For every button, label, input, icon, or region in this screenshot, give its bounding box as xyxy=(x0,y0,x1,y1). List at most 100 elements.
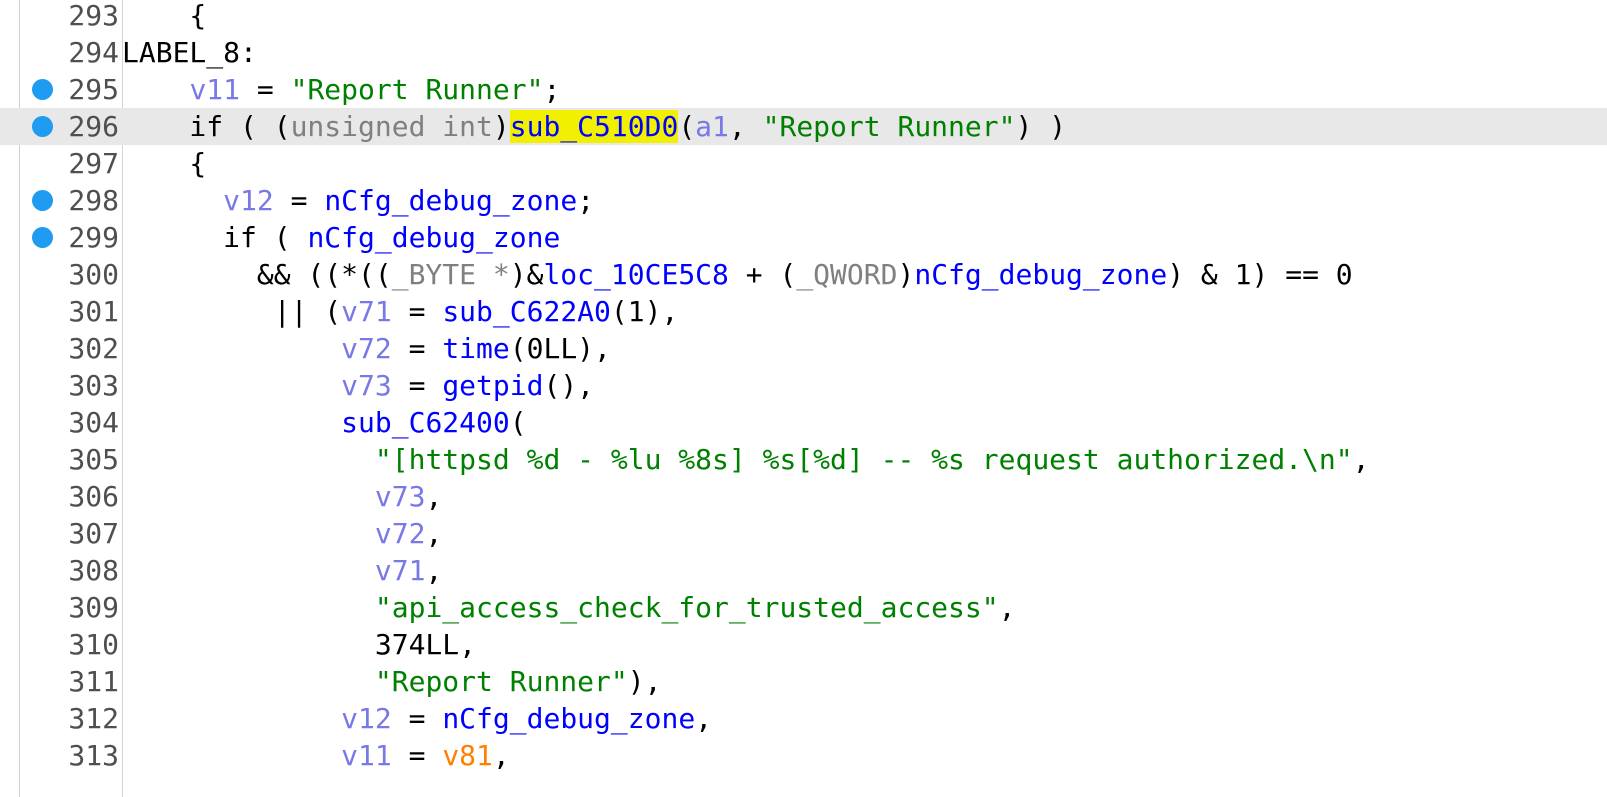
code-token[interactable]: loc_10CE5C8 xyxy=(543,258,728,291)
code-token[interactable]: sub_C62400 xyxy=(341,406,510,439)
line-code[interactable]: v72, xyxy=(122,515,442,552)
line-number: 305 xyxy=(68,443,119,476)
line-code[interactable]: if ( nCfg_debug_zone xyxy=(122,219,560,256)
code-token[interactable]: v73 xyxy=(375,480,426,513)
code-token: "Report Runner" xyxy=(762,110,1016,143)
line-code[interactable]: "api_access_check_for_trusted_access", xyxy=(122,589,1016,626)
line-code[interactable]: || (v71 = sub_C622A0(1), xyxy=(122,293,679,330)
breakpoint-icon[interactable] xyxy=(32,116,53,137)
code-line[interactable]: 310 374LL, xyxy=(0,626,1607,663)
code-token[interactable]: v12 xyxy=(223,184,274,217)
pseudocode-view[interactable]: 293 {294 LABEL_8: 295 v11 = "Report Runner… xyxy=(0,0,1607,797)
code-line[interactable]: 300 && ((*((_BYTE *)&loc_10CE5C8 + (_QWO… xyxy=(0,256,1607,293)
code-token: ) & 1) == 0 xyxy=(1167,258,1353,291)
code-token[interactable]: getpid xyxy=(442,369,543,402)
code-token: 374LL, xyxy=(122,628,477,661)
code-token: || ( xyxy=(122,295,342,328)
code-token: , xyxy=(425,554,443,587)
code-token[interactable]: nCfg_debug_zone xyxy=(307,221,560,254)
line-code[interactable]: v12 = nCfg_debug_zone, xyxy=(122,700,712,737)
code-token: = xyxy=(391,295,443,328)
code-line[interactable]: 312 v12 = nCfg_debug_zone, xyxy=(0,700,1607,737)
line-code[interactable]: if ( (unsigned int)sub_C510D0(a1, "Repor… xyxy=(122,108,1066,145)
line-code[interactable]: v11 = "Report Runner"; xyxy=(122,71,560,108)
code-token: ) xyxy=(492,110,510,143)
code-token: + ( xyxy=(728,258,797,291)
line-code[interactable]: v71, xyxy=(122,552,442,589)
line-number: 309 xyxy=(68,591,119,624)
code-line[interactable]: 298 v12 = nCfg_debug_zone; xyxy=(0,182,1607,219)
line-code[interactable]: && ((*((_BYTE *)&loc_10CE5C8 + (_QWORD)n… xyxy=(122,256,1353,293)
line-code[interactable]: { xyxy=(122,145,206,182)
line-code[interactable]: v73 = getpid(), xyxy=(122,367,594,404)
breakpoint-icon[interactable] xyxy=(32,190,53,211)
line-number: 310 xyxy=(68,628,119,661)
code-token: LABEL_8: xyxy=(122,36,257,69)
code-token[interactable]: nCfg_debug_zone xyxy=(442,702,695,735)
highlighted-identifier[interactable]: sub_C510D0 xyxy=(509,110,679,143)
line-code[interactable]: { xyxy=(122,0,206,34)
code-token[interactable]: v71 xyxy=(375,554,426,587)
code-token: , xyxy=(728,110,763,143)
code-token: _BYTE * xyxy=(391,258,510,291)
code-line[interactable]: 302 v72 = time(0LL), xyxy=(0,330,1607,367)
line-number: 300 xyxy=(68,258,119,291)
line-code[interactable]: 374LL, xyxy=(122,626,476,663)
line-number: 297 xyxy=(68,147,119,180)
breakpoint-icon[interactable] xyxy=(32,79,53,100)
code-token: , xyxy=(492,739,510,772)
line-code[interactable]: LABEL_8: xyxy=(122,34,257,71)
code-line[interactable]: 296 if ( (unsigned int)sub_C510D0(a1, "R… xyxy=(0,108,1607,145)
breakpoint-icon[interactable] xyxy=(32,227,53,248)
code-token[interactable]: v72 xyxy=(375,517,426,550)
code-token: = xyxy=(273,184,325,217)
code-token[interactable]: v71 xyxy=(341,295,392,328)
code-token[interactable]: v81 xyxy=(442,739,493,772)
code-line[interactable]: 308 v71, xyxy=(0,552,1607,589)
code-line[interactable]: 305 "[httpsd %d - %lu %8s] %s[%d] -- %s … xyxy=(0,441,1607,478)
code-token[interactable]: nCfg_debug_zone xyxy=(914,258,1167,291)
code-token[interactable]: v11 xyxy=(189,73,240,106)
line-code[interactable]: v12 = nCfg_debug_zone; xyxy=(122,182,594,219)
line-number: 304 xyxy=(68,406,119,439)
line-code[interactable]: v72 = time(0LL), xyxy=(122,330,611,367)
code-token[interactable]: v11 xyxy=(341,739,392,772)
line-number: 298 xyxy=(68,184,119,217)
code-token: ( xyxy=(678,110,696,143)
code-token[interactable]: v73 xyxy=(341,369,392,402)
code-line[interactable]: 299 if ( nCfg_debug_zone xyxy=(0,219,1607,256)
code-line[interactable]: 294 LABEL_8: xyxy=(0,34,1607,71)
code-line[interactable]: 313 v11 = v81, xyxy=(0,737,1607,774)
code-token[interactable]: nCfg_debug_zone xyxy=(324,184,577,217)
code-token: = xyxy=(391,739,443,772)
code-token[interactable]: v12 xyxy=(341,702,392,735)
code-line[interactable]: 304 sub_C62400( xyxy=(0,404,1607,441)
line-code[interactable]: v73, xyxy=(122,478,442,515)
code-line[interactable]: 295 v11 = "Report Runner"; xyxy=(0,71,1607,108)
code-token[interactable]: v72 xyxy=(341,332,392,365)
code-line[interactable]: 309 "api_access_check_for_trusted_access… xyxy=(0,589,1607,626)
code-line[interactable]: 303 v73 = getpid(), xyxy=(0,367,1607,404)
code-line[interactable]: 293 { xyxy=(0,0,1607,34)
code-line[interactable]: 306 v73, xyxy=(0,478,1607,515)
code-token: , xyxy=(695,702,713,735)
code-token: ; xyxy=(543,73,561,106)
code-token[interactable]: sub_C622A0 xyxy=(442,295,611,328)
code-line[interactable]: 307 v72, xyxy=(0,515,1607,552)
code-line[interactable]: 301 || (v71 = sub_C622A0(1), xyxy=(0,293,1607,330)
code-token: , xyxy=(998,591,1016,624)
code-token[interactable]: a1 xyxy=(695,110,729,143)
code-token[interactable]: time xyxy=(442,332,509,365)
line-number: 295 xyxy=(68,73,119,106)
code-token: = xyxy=(391,369,443,402)
line-number: 299 xyxy=(68,221,119,254)
line-code[interactable]: "[httpsd %d - %lu %8s] %s[%d] -- %s requ… xyxy=(122,441,1370,478)
line-code[interactable]: v11 = v81, xyxy=(122,737,510,774)
code-line[interactable]: 297 { xyxy=(0,145,1607,182)
line-code[interactable]: sub_C62400( xyxy=(122,404,526,441)
line-code[interactable]: "Report Runner"), xyxy=(122,663,662,700)
code-line[interactable]: 311 "Report Runner"), xyxy=(0,663,1607,700)
